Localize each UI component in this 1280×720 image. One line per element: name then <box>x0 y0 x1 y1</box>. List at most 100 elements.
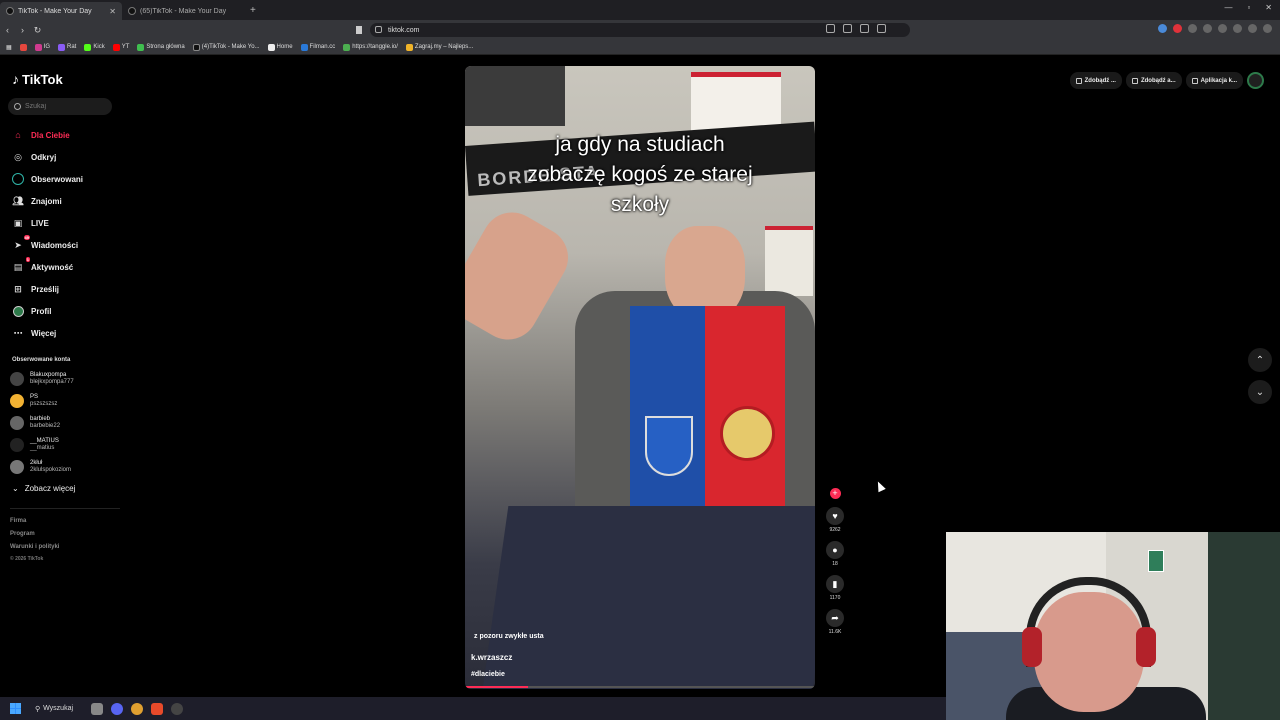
account-name: barbieb <box>30 416 51 422</box>
search-box[interactable] <box>8 98 112 115</box>
sidebar-item-profil[interactable]: Profil <box>12 300 122 322</box>
footer-link[interactable]: Firma <box>10 518 26 524</box>
close-window-icon[interactable]: ✕ <box>1265 3 1272 12</box>
chevron-down-icon: ⌄ <box>1255 386 1265 398</box>
windows-start-icon[interactable] <box>10 703 21 714</box>
new-tab-icon[interactable]: + <box>250 5 256 16</box>
wallet-icon[interactable] <box>1233 24 1242 33</box>
followed-account[interactable]: PS pszszszsz <box>10 394 57 408</box>
shield-icon[interactable] <box>1218 24 1227 33</box>
minimize-icon[interactable]: — <box>1224 3 1232 12</box>
tiktok-logo[interactable]: ♪ TikTok <box>12 71 63 87</box>
video-scene-crest <box>645 416 693 476</box>
share-button[interactable]: ➦ 11.6K <box>825 609 845 635</box>
brave-icon[interactable] <box>151 702 163 715</box>
menu-icon[interactable] <box>1263 24 1272 33</box>
taskbar-search[interactable]: ⚲ Wyszukaj <box>35 705 83 713</box>
chevron-up-icon: ⌃ <box>1255 354 1265 366</box>
sidebar-item-wiecej[interactable]: ⋯ Więcej <box>12 322 122 344</box>
bookmark-item[interactable]: YT <box>112 43 129 51</box>
heart-icon: ♥ <box>826 507 844 525</box>
bookmark-page-icon[interactable] <box>356 26 362 34</box>
bookmark-item[interactable]: Home <box>267 43 293 51</box>
video-scene-arm <box>465 201 579 351</box>
extension-icon[interactable] <box>1188 24 1197 33</box>
back-icon[interactable]: ‹ <box>0 25 15 35</box>
sidebar-item-znajomi[interactable]: 👥︎ Znajomi <box>12 190 122 212</box>
see-more-button[interactable]: ⌄ Zobacz więcej <box>12 484 75 493</box>
followed-account[interactable]: __MATIUS __matius <box>10 438 59 452</box>
sidebar-item-wiadomosci[interactable]: ➤ 49 Wiadomości <box>12 234 122 256</box>
compass-icon: ◎ <box>14 151 22 162</box>
extension-icon[interactable] <box>1158 24 1167 33</box>
close-tab-icon[interactable]: ✕ <box>109 7 116 16</box>
search-input[interactable] <box>25 103 105 110</box>
video-player[interactable]: BORDE STA ja gdy na studiach zobaczę kog… <box>465 66 815 689</box>
discord-icon[interactable] <box>111 702 123 715</box>
footer-link[interactable]: Warunki i polityki <box>10 544 59 550</box>
next-video-button[interactable]: ⌄ <box>1248 380 1272 404</box>
bookmark-item[interactable]: (4)TikTok - Make Yo... <box>192 43 260 51</box>
tab-tiktok-active[interactable]: TikTok - Make Your Day ✕ <box>0 2 122 20</box>
bookmark-item[interactable]: https://tanggle.io/ <box>343 43 398 51</box>
bookmark-item[interactable]: Strona główna <box>137 43 185 51</box>
tab-tiktok-inactive[interactable]: (65)TikTok - Make Your Day <box>122 2 244 20</box>
sidebar-item-przeslij[interactable]: ⊞ Prześlij <box>12 278 122 300</box>
sidebar-item-obserwowani[interactable]: Obserwowani <box>12 168 122 190</box>
share-icon[interactable] <box>877 24 886 33</box>
followed-account[interactable]: barbieb barbebie22 <box>10 416 60 430</box>
video-hashtag[interactable]: #dlaciebie <box>471 671 505 678</box>
comment-button[interactable]: ● 18 <box>825 541 845 567</box>
maximize-icon[interactable]: ▫ <box>1247 3 1250 12</box>
get-app-button[interactable]: Zdobądź a... <box>1125 72 1182 89</box>
forward-icon[interactable]: › <box>15 25 30 35</box>
reload-icon[interactable]: ↻ <box>30 25 45 36</box>
tiktok-favicon-icon <box>6 7 14 15</box>
footer-link[interactable]: Program <box>10 531 35 537</box>
followed-account[interactable]: Blakuxpompa blejkxpompa777 <box>10 372 74 386</box>
bookmark-label: Kick <box>93 44 105 50</box>
apps-icon[interactable]: ▦ <box>6 44 12 51</box>
sidebar-item-label: Wiadomości <box>31 240 79 250</box>
bookmark-item[interactable]: IG <box>34 43 50 51</box>
bookmark-icon: ▮ <box>826 575 844 593</box>
follow-button[interactable]: + <box>825 488 845 499</box>
site-info-icon[interactable] <box>375 26 382 33</box>
comment-count: 18 <box>832 561 838 567</box>
bookmark-item[interactable]: Kick <box>84 43 105 51</box>
cast-icon[interactable] <box>826 24 835 33</box>
chrome-icon[interactable] <box>131 702 143 715</box>
screen-icon[interactable] <box>843 24 852 33</box>
bookmark-item[interactable]: Zagraj.my – Najleps... <box>405 43 473 51</box>
file-explorer-icon[interactable] <box>91 702 103 715</box>
obs-icon[interactable] <box>171 702 183 715</box>
sidebar-item-live[interactable]: ▣ LIVE <box>12 212 122 234</box>
avatar[interactable] <box>1247 72 1264 89</box>
top-right-actions: Zdobądź ... Zdobądź a... Aplikacja k... <box>1069 72 1264 89</box>
music-icon[interactable] <box>1248 24 1257 33</box>
sidebar-item-aktywnosc[interactable]: ▤ 1 Aktywność <box>12 256 122 278</box>
get-coins-button[interactable]: Zdobądź ... <box>1069 72 1122 89</box>
followed-account[interactable]: 2kłuł 2klulspokoziom <box>10 460 71 474</box>
bookmark-item[interactable] <box>19 43 27 51</box>
youtube-icon <box>112 43 120 51</box>
comment-icon: ● <box>826 541 844 559</box>
divider <box>10 508 120 509</box>
zagraj-icon <box>405 43 413 51</box>
webcam-scene-earcup <box>1136 627 1156 667</box>
video-author[interactable]: k.wrzaszcz <box>471 653 512 662</box>
bookmark-item[interactable]: Filman.cc <box>300 43 335 51</box>
previous-video-button[interactable]: ⌃ <box>1248 348 1272 372</box>
sidebar-item-dla-ciebie[interactable]: ⌂ Dla Ciebie <box>12 124 122 146</box>
like-button[interactable]: ♥ 9262 <box>825 507 845 533</box>
desktop-app-button[interactable]: Aplikacja k... <box>1185 72 1243 89</box>
puzzle-icon[interactable] <box>1203 24 1212 33</box>
save-button[interactable]: ▮ 1170 <box>825 575 845 601</box>
translate-icon[interactable] <box>860 24 869 33</box>
video-progress-bar[interactable] <box>465 686 815 688</box>
sidebar-item-odkryj[interactable]: ◎ Odkryj <box>12 146 122 168</box>
search-icon: ⚲ <box>35 705 41 713</box>
record-icon[interactable] <box>1173 24 1182 33</box>
url-text: tiktok.com <box>388 26 420 34</box>
bookmark-item[interactable]: Rat <box>58 43 76 51</box>
